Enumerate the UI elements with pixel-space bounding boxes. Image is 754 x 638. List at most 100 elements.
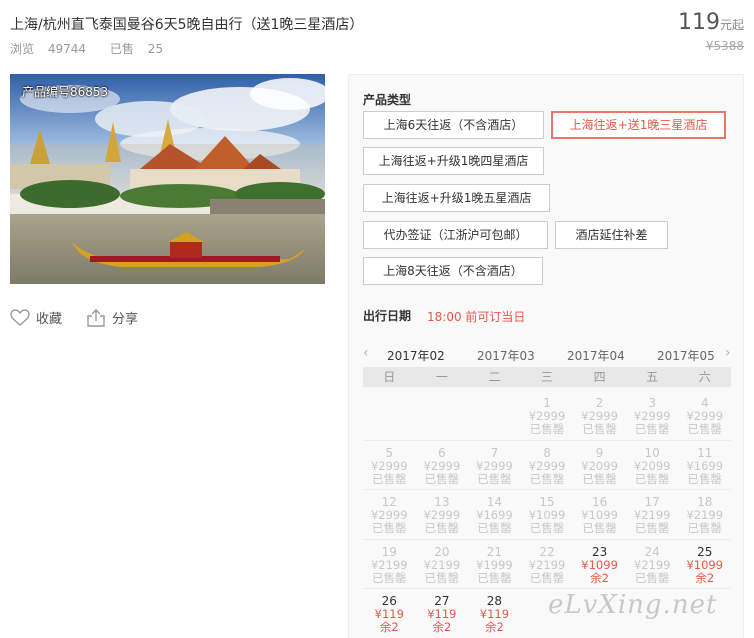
calendar-day-9: 9 ¥2099 已售罄 [573, 441, 626, 490]
day-number: 11 [697, 445, 713, 460]
option-free-3star-hotel[interactable]: 上海往返+送1晚三星酒店 [551, 111, 726, 139]
day-status: 已售罄 [687, 471, 723, 486]
day-price: ¥2099 [581, 458, 618, 473]
day-status: 已售罄 [687, 521, 723, 535]
original-price: ¥5388 [705, 39, 744, 53]
calendar-day-4: 4 ¥2999 已售罄 [678, 391, 731, 440]
product-type-title: 产品类型 [363, 93, 412, 107]
day-status: 已售罄 [634, 570, 670, 585]
day-number: 7 [490, 445, 499, 460]
price-value: 119 [677, 10, 720, 35]
booking-cutoff-note: 18:00 前可订当日 [427, 310, 526, 324]
day-status: 已售罄 [424, 471, 460, 486]
calendar-empty-cell [416, 391, 469, 440]
month-tab-may[interactable]: 2017年05 [657, 347, 715, 364]
option-hotel-extension[interactable]: 酒店延住补差 [555, 221, 668, 249]
weekday-header: 日 一 二 三 四 五 六 [363, 367, 731, 387]
calendar-day-23[interactable]: 23 ¥1099 余2 [573, 540, 626, 589]
share-button[interactable]: 分享 [86, 308, 138, 327]
day-status: 已售罄 [582, 521, 617, 535]
calendar-week-row: 19 ¥2199 已售罄 20 ¥2199 已售罄 21 ¥1999 已售罄 22 ¥2199 已售罄… [363, 540, 731, 589]
calendar-day-19: 19 ¥2199 已售罄 [363, 540, 416, 589]
weekday-label: 日 [383, 370, 396, 384]
share-icon [87, 308, 105, 327]
month-tab-mar[interactable]: 2017年03 [477, 347, 535, 364]
calendar-day-21: 21 ¥1999 已售罄 [468, 540, 521, 589]
prev-month-arrow-icon[interactable]: ‹ [363, 345, 369, 361]
weekday-label: 五 [646, 370, 659, 384]
calendar-day-17: 17 ¥2199 已售罄 [626, 490, 679, 539]
day-status: 已售罄 [477, 521, 512, 535]
bangkok-temple-image [10, 74, 325, 284]
option-shanghai-8day-no-hotel[interactable]: 上海8天往返（不含酒店） [363, 257, 543, 285]
weekday-label: 四 [593, 370, 606, 384]
day-status: 已售罄 [529, 471, 565, 486]
day-status: 已售罄 [477, 570, 512, 585]
day-status: 已售罄 [634, 422, 670, 436]
day-price: ¥1099 [686, 557, 724, 572]
site-watermark: eLvXing.net [548, 590, 718, 620]
day-status: 已售罄 [529, 521, 565, 535]
day-price: ¥1699 [686, 458, 724, 473]
calendar-day-24: 24 ¥2199 已售罄 [626, 540, 679, 589]
day-number: 8 [543, 445, 551, 460]
day-status: 已售罄 [372, 521, 407, 535]
favorite-button[interactable]: 收藏 [10, 308, 62, 327]
calendar-day-6: 6 ¥2999 已售罄 [416, 441, 469, 490]
day-status: 余2 [485, 620, 504, 634]
calendar-day-3: 3 ¥2999 已售罄 [626, 391, 679, 440]
calendar-day-26[interactable]: 26 ¥119 余2 [363, 589, 416, 638]
option-upgrade-4star-hotel[interactable]: 上海往返+升级1晚四星酒店 [363, 147, 544, 175]
option-shanghai-6day-no-hotel[interactable]: 上海6天往返（不含酒店） [363, 111, 544, 139]
month-tab-feb[interactable]: 2017年02 [387, 347, 445, 364]
calendar-day-20: 20 ¥2199 已售罄 [416, 540, 469, 589]
views-stat: 浏览 49744 [10, 42, 87, 56]
day-status: 余2 [379, 620, 399, 634]
calendar-day-10: 10 ¥2099 已售罄 [626, 441, 679, 490]
day-number: 24 [644, 544, 660, 559]
day-number: 6 [438, 445, 446, 460]
day-status: 已售罄 [372, 570, 407, 585]
day-status: 已售罄 [424, 570, 460, 585]
weekday-label: 六 [698, 370, 711, 384]
day-status: 已售罄 [424, 521, 460, 535]
calendar-day-25[interactable]: 25 ¥1099 余2 [678, 540, 731, 589]
month-tab-apr[interactable]: 2017年04 [567, 347, 625, 364]
day-status: 已售罄 [582, 422, 617, 436]
option-upgrade-5star-hotel[interactable]: 上海往返+升级1晚五星酒店 [363, 184, 550, 212]
weekday-label: 二 [488, 370, 501, 384]
product-code-label: 产品编号86853 [22, 85, 109, 99]
booking-panel: 产品类型 上海6天往返（不含酒店） 上海往返+送1晚三星酒店 上海往返+升级1晚… [348, 74, 744, 638]
calendar-day-27[interactable]: 27 ¥119 余2 [416, 589, 469, 638]
calendar-day-28[interactable]: 28 ¥119 余2 [468, 589, 521, 638]
day-status: 已售罄 [529, 570, 565, 585]
departure-date-title: 出行日期 [363, 309, 412, 323]
calendar-day-14: 14 ¥1699 已售罄 [468, 490, 521, 539]
day-status: 已售罄 [582, 471, 617, 486]
calendar-day-16: 16 ¥1099 已售罄 [573, 490, 626, 539]
calendar-day-7: 7 ¥2999 已售罄 [468, 441, 521, 490]
day-number: 20 [434, 544, 450, 559]
price-block: 119元起 ¥5388 [678, 10, 744, 53]
next-month-arrow-icon[interactable]: › [725, 345, 731, 361]
day-price: ¥2999 [476, 458, 513, 473]
calendar-day-13: 13 ¥2999 已售罄 [416, 490, 469, 539]
day-number: 21 [486, 544, 503, 559]
calendar-day-15: 15 ¥1099 已售罄 [521, 490, 574, 539]
calendar-day-1: 1 ¥2999 已售罄 [521, 391, 574, 440]
calendar-week-row: 1 ¥2999 已售罄 2 ¥2999 已售罄 3 ¥2999 已售罄 4 ¥2999 已售罄 [363, 391, 731, 441]
day-number: 19 [381, 544, 397, 559]
day-number: 23 [591, 544, 608, 559]
day-price: ¥1099 [581, 557, 618, 572]
day-number: 5 [385, 445, 394, 460]
option-visa-service[interactable]: 代办签证（江浙沪可包邮） [363, 221, 548, 249]
day-price: ¥1999 [476, 557, 513, 572]
product-actions: 收藏 分享 [10, 308, 162, 327]
calendar-day-12: 12 ¥2999 已售罄 [363, 490, 416, 539]
day-price: ¥2099 [633, 458, 671, 473]
heart-icon [10, 308, 30, 326]
day-number: 22 [539, 544, 555, 559]
calendar-day-2: 2 ¥2999 已售罄 [573, 391, 626, 440]
product-photo[interactable]: 产品编号86853 [10, 74, 325, 284]
calendar-empty-cell [468, 391, 521, 440]
